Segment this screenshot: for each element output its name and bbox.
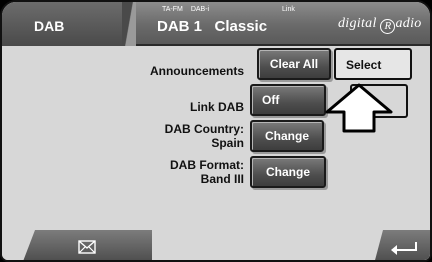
header-divider: [122, 2, 136, 46]
dab-country-change-button[interactable]: Change: [250, 120, 324, 152]
return-arrow-icon: [391, 242, 417, 255]
select-button[interactable]: Select: [334, 48, 412, 80]
source-tag-dab-i: DAB-i: [190, 6, 210, 13]
dab-format-label: DAB Format: Band III: [170, 158, 244, 186]
link-dab-off-button[interactable]: Off: [250, 84, 326, 116]
header-bar: DAB TA-FM DAB-i Link DAB 1 Classic digit…: [2, 2, 430, 46]
display-frame: DAB TA-FM DAB-i Link DAB 1 Classic digit…: [0, 0, 432, 262]
source-tags: TA-FM DAB-i: [162, 6, 215, 13]
link-dab-label: Link DAB: [190, 100, 244, 114]
dab-country-value: Spain: [211, 136, 244, 150]
tab-dab[interactable]: DAB: [2, 2, 122, 46]
dab-country-label-line1: DAB Country:: [164, 122, 244, 136]
logo-mark: R: [380, 19, 396, 34]
link-tag: Link: [282, 6, 295, 13]
dab-format-value: Band III: [200, 172, 244, 186]
announcements-label: Announcements: [149, 64, 244, 78]
envelope-icon: [78, 240, 96, 254]
up-arrow-pointer-icon: [325, 83, 393, 133]
dab-country-label: DAB Country: Spain: [165, 122, 244, 150]
source-tag-ta-fm: TA-FM: [162, 6, 183, 13]
mail-button[interactable]: [22, 230, 152, 260]
logo-suffix: adio: [395, 16, 422, 31]
dab-format-label-line1: DAB Format:: [170, 158, 244, 172]
dab-settings-screen: DAB TA-FM DAB-i Link DAB 1 Classic digit…: [0, 0, 432, 262]
logo-prefix: digital: [338, 16, 381, 31]
clear-all-button[interactable]: Clear All: [257, 48, 331, 80]
dab-format-change-button[interactable]: Change: [250, 156, 326, 188]
station-name: DAB 1 Classic: [157, 18, 268, 35]
digital-radio-logo: digital Radio: [338, 16, 422, 34]
back-button[interactable]: [374, 230, 430, 260]
